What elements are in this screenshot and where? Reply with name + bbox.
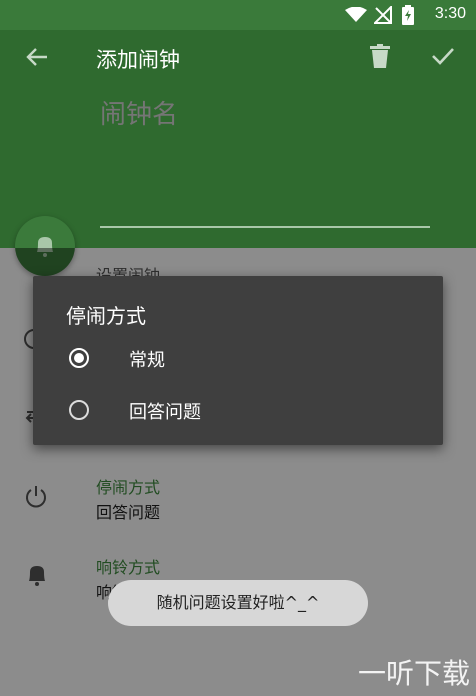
option-normal-label: 常规: [129, 350, 165, 371]
watermark-logo: 一听下载: [357, 657, 470, 690]
app-header: 添加闹钟: [0, 30, 476, 248]
back-arrow-icon[interactable]: [26, 46, 48, 68]
check-icon[interactable]: [431, 46, 455, 66]
signal-icon: [374, 6, 392, 24]
name-input-underline: [100, 226, 430, 228]
option-normal[interactable]: 常规: [33, 340, 443, 376]
radio-normal[interactable]: [69, 348, 89, 368]
option-answer-question-label: 回答问题: [129, 402, 201, 423]
battery-icon: [402, 5, 414, 25]
toast-text: 随机问题设置好啦^_^: [156, 593, 320, 612]
option-answer-question[interactable]: 回答问题: [33, 392, 443, 428]
alarm-name-input[interactable]: [100, 100, 430, 130]
page-title: 添加闹钟: [96, 48, 180, 72]
stop-mode-dialog: 停闹方式 常规 回答问题: [33, 276, 443, 445]
toast: 随机问题设置好啦^_^: [108, 580, 368, 626]
status-time: 3:30: [434, 5, 466, 22]
wifi-icon: [345, 7, 367, 22]
dialog-title: 停闹方式: [66, 304, 146, 328]
radio-answer-question[interactable]: [69, 400, 89, 420]
trash-icon[interactable]: [370, 44, 390, 68]
status-bar: 3:30: [0, 0, 476, 30]
